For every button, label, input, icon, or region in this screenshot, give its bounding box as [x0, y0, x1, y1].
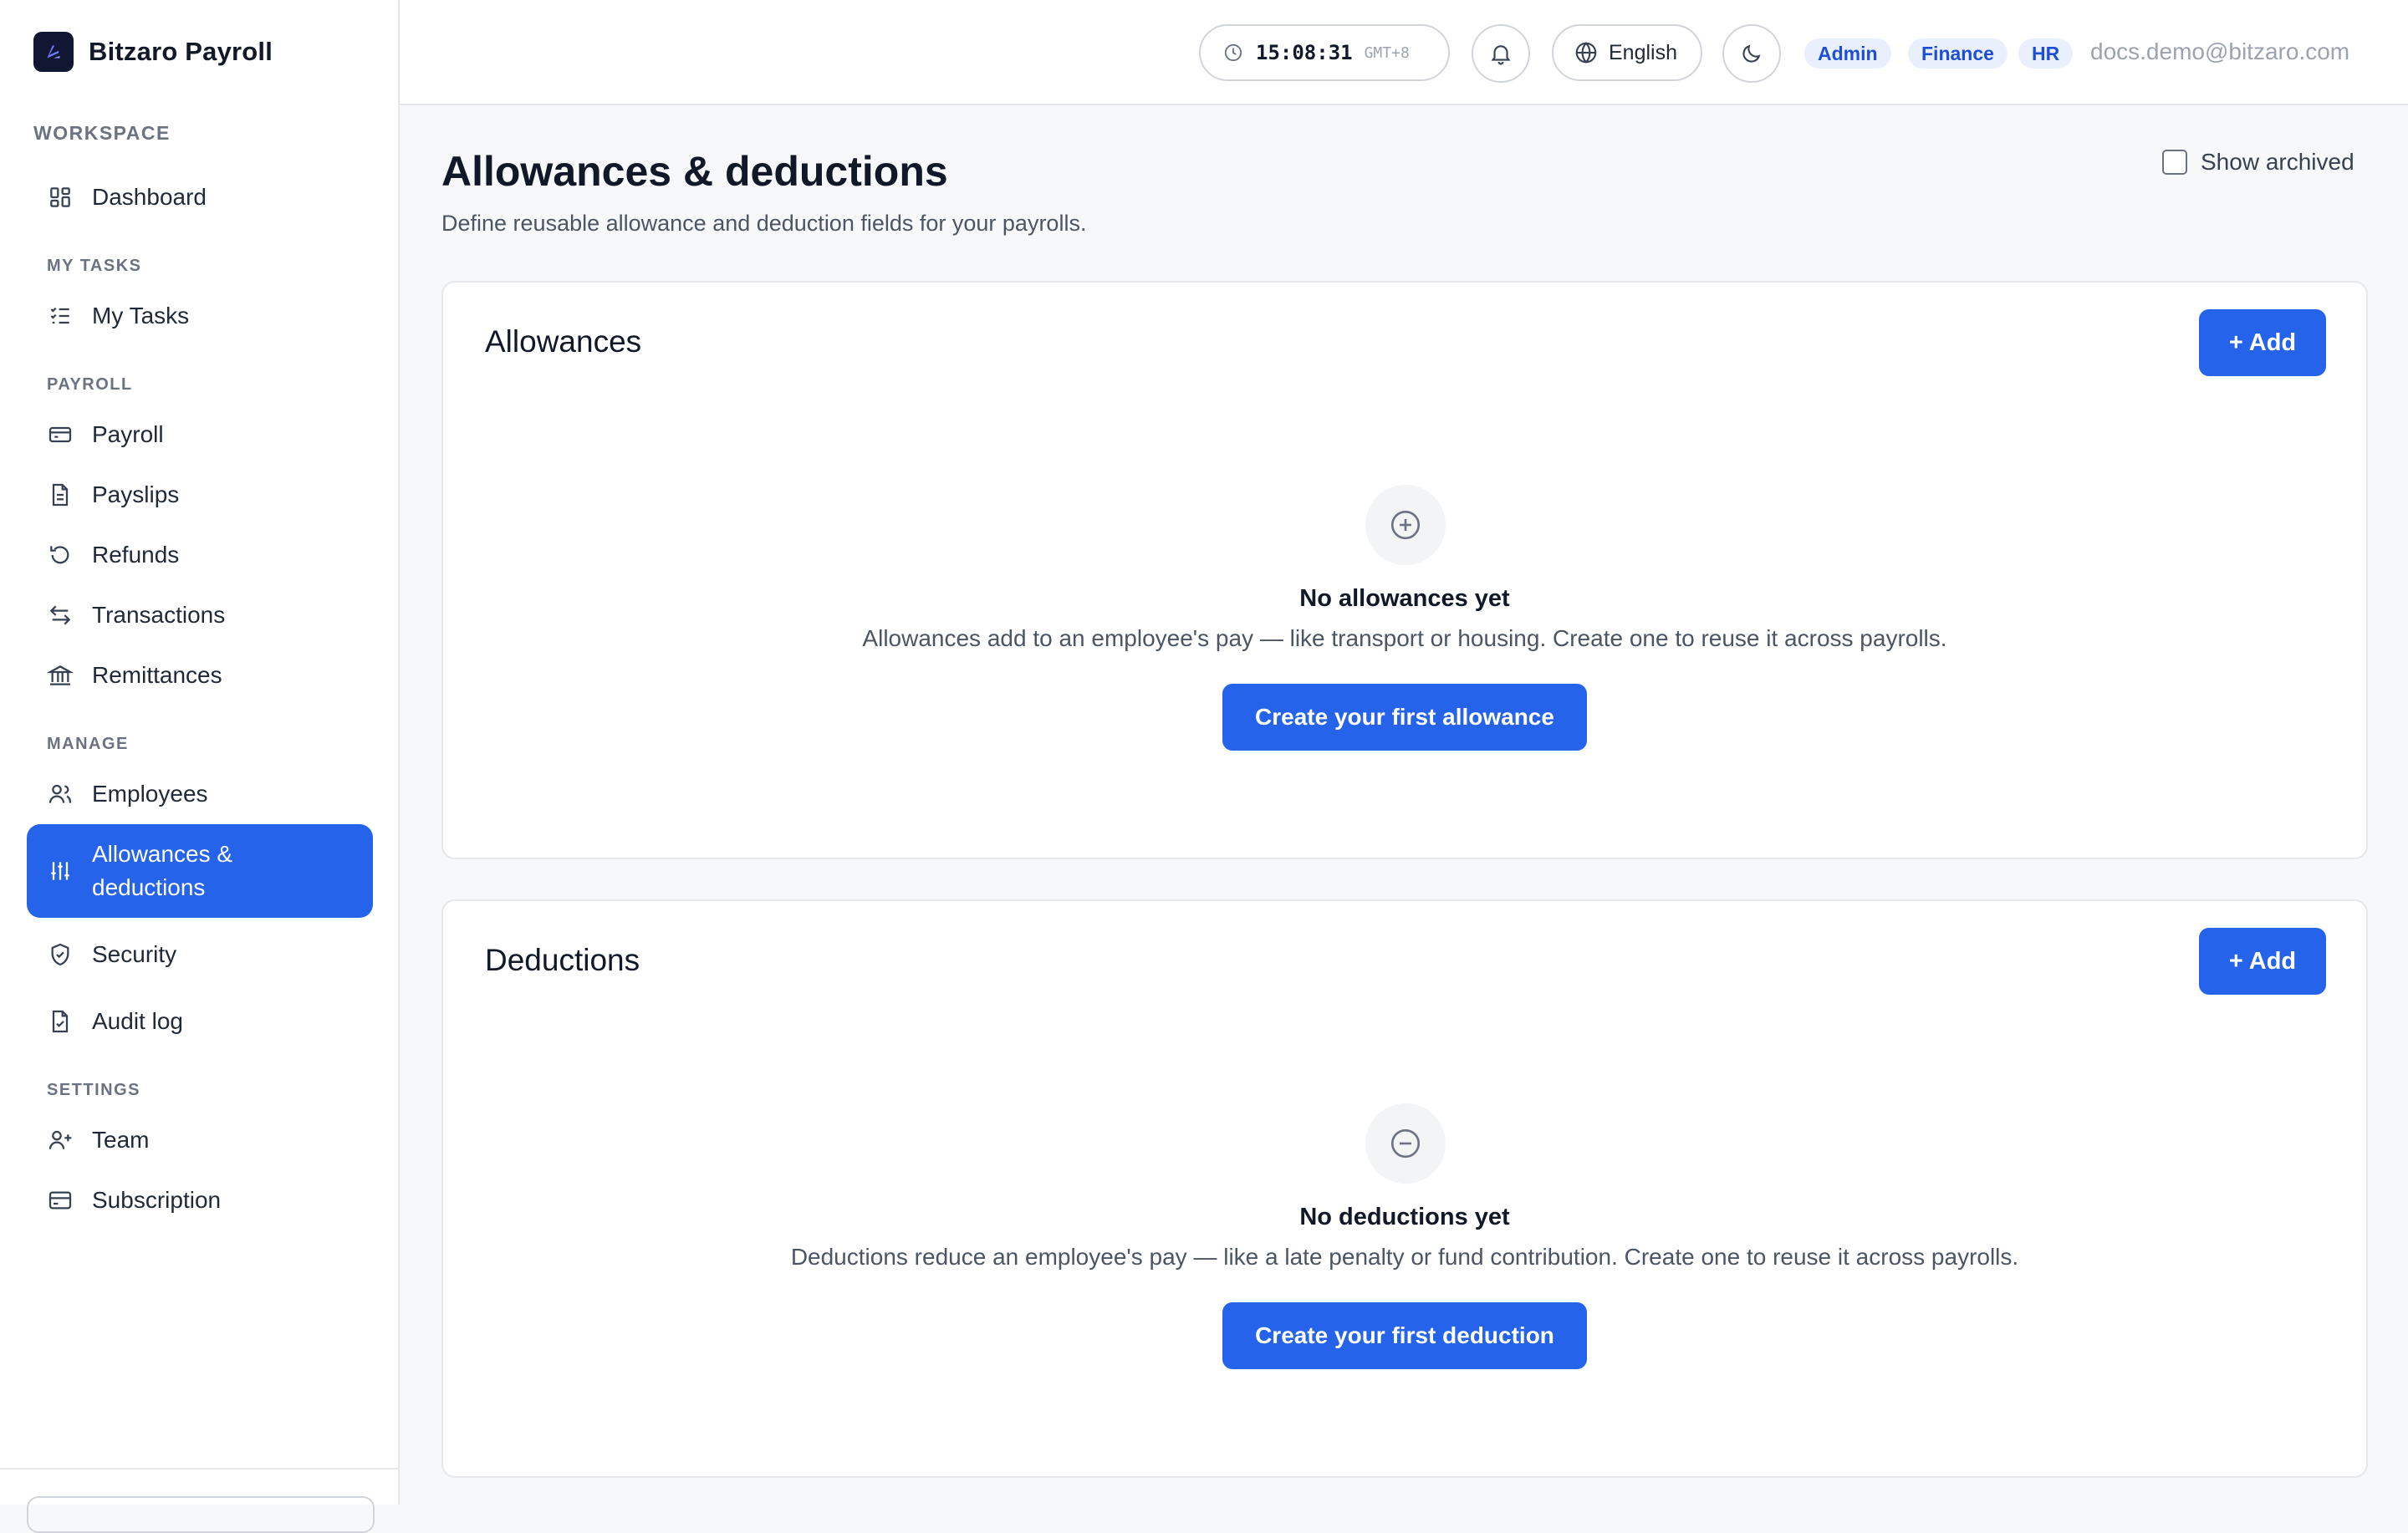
show-archived-toggle[interactable]: Show archived — [2162, 149, 2354, 176]
app-name: Bitzaro Payroll — [89, 37, 273, 66]
sidebar-item-label: Refunds — [92, 542, 180, 568]
sidebar-item-label: Remittances — [92, 662, 222, 688]
sidebar-footer — [0, 1468, 400, 1533]
minus-circle-icon — [1365, 1103, 1446, 1184]
sidebar-item-label: Security — [92, 941, 177, 967]
page-subtitle: Define reusable allowance and deduction … — [441, 211, 1087, 236]
allowances-empty-description: Allowances add to an employee's pay — li… — [862, 625, 1947, 651]
user-email: docs.demo@bitzaro.com — [2090, 38, 2350, 64]
topbar: 15:08:31 GMT+8 English Admin Finance HR … — [400, 0, 2408, 105]
sidebar-item-label: Payslips — [92, 481, 180, 507]
show-archived-checkbox[interactable] — [2162, 150, 2187, 175]
user-plus-icon — [47, 1127, 74, 1154]
create-first-deduction-button[interactable]: Create your first deduction — [1222, 1302, 1587, 1369]
document-icon — [47, 481, 74, 508]
logo-icon — [33, 32, 74, 72]
sidebar-item-subscription[interactable]: Subscription — [27, 1170, 373, 1230]
page-title: Allowances & deductions — [441, 148, 948, 195]
clock-timezone: GMT+8 — [1364, 43, 1410, 62]
clock: 15:08:31 GMT+8 — [1199, 24, 1450, 81]
sidebar-item-label: Audit log — [92, 1008, 183, 1034]
arrows-swap-icon — [47, 602, 74, 629]
deductions-empty-title: No deductions yet — [1299, 1204, 1510, 1230]
role-badge-admin: Admin — [1804, 38, 1891, 69]
show-archived-label: Show archived — [2201, 149, 2354, 175]
brand[interactable]: Bitzaro Payroll — [33, 32, 273, 72]
language-select[interactable]: English — [1552, 24, 1702, 81]
clock-icon — [1222, 42, 1244, 64]
sidebar-item-team[interactable]: Team — [27, 1110, 373, 1170]
sidebar-item-transactions[interactable]: Transactions — [27, 585, 373, 645]
sidebar-item-payroll[interactable]: Payroll — [27, 405, 373, 465]
checklist-icon — [47, 303, 74, 329]
sidebar-item-label: Employees — [92, 781, 208, 807]
user-menu-button[interactable] — [27, 1496, 375, 1533]
deductions-card: Deductions + Add No deductions yet Deduc… — [441, 899, 2368, 1478]
create-first-allowance-button[interactable]: Create your first allowance — [1222, 684, 1587, 751]
sliders-icon — [47, 858, 74, 884]
sidebar-item-dashboard[interactable]: Dashboard — [27, 167, 373, 227]
allowances-card-title: Allowances — [485, 324, 642, 359]
language-label: English — [1609, 40, 1677, 64]
allowances-empty-title: No allowances yet — [1299, 585, 1510, 612]
moon-icon — [1739, 41, 1764, 66]
sidebar-item-label: Allowances & deductions — [92, 841, 233, 900]
role-badge-finance: Finance — [1908, 38, 2008, 69]
section-title-my-tasks: MY TASKS — [47, 257, 142, 275]
section-title-manage: MANAGE — [47, 735, 129, 753]
role-badge-hr: HR — [2018, 38, 2074, 69]
add-allowance-button[interactable]: + Add — [2199, 309, 2326, 376]
sidebar-item-label: Payroll — [92, 421, 164, 447]
bank-icon — [47, 662, 74, 689]
credit-card-icon — [47, 1187, 74, 1214]
sidebar-item-employees[interactable]: Employees — [27, 764, 373, 824]
users-icon — [47, 781, 74, 807]
sidebar-item-audit-log[interactable]: Audit log — [27, 991, 373, 1052]
bell-icon — [1488, 41, 1513, 66]
wallet-icon — [47, 421, 74, 448]
deductions-card-title: Deductions — [485, 943, 640, 977]
sidebar-item-label: Team — [92, 1127, 150, 1153]
sidebar-item-payslips[interactable]: Payslips — [27, 465, 373, 525]
globe-icon — [1574, 40, 1599, 65]
plus-circle-icon — [1365, 485, 1446, 565]
sidebar-item-my-tasks[interactable]: My Tasks — [27, 286, 373, 346]
sidebar: Bitzaro Payroll WORKSPACE Dashboard MY T… — [0, 0, 400, 1533]
sidebar-item-label: My Tasks — [92, 303, 190, 328]
sidebar-item-refunds[interactable]: Refunds — [27, 525, 373, 585]
section-title-payroll: PAYROLL — [47, 375, 133, 394]
grid-icon — [47, 184, 74, 211]
sidebar-item-allowances-deductions[interactable]: Allowances & deductions — [27, 824, 373, 918]
sidebar-item-label: Transactions — [92, 602, 226, 628]
sidebar-item-label: Subscription — [92, 1187, 222, 1213]
sidebar-item-remittances[interactable]: Remittances — [27, 645, 373, 705]
add-deduction-button[interactable]: + Add — [2199, 928, 2326, 995]
file-check-icon — [47, 1008, 74, 1035]
theme-toggle-button[interactable] — [1722, 24, 1781, 83]
refresh-icon — [47, 542, 74, 568]
sidebar-item-security[interactable]: Security — [27, 924, 373, 985]
clock-time: 15:08:31 — [1256, 41, 1353, 64]
allowances-card: Allowances + Add No allowances yet Allow… — [441, 281, 2368, 859]
section-title-workspace: WORKSPACE — [33, 122, 171, 144]
section-title-settings: SETTINGS — [47, 1081, 141, 1099]
notifications-button[interactable] — [1472, 24, 1530, 83]
deductions-empty-description: Deductions reduce an employee's pay — li… — [790, 1244, 2019, 1270]
shield-icon — [47, 941, 74, 968]
sidebar-item-label: Dashboard — [92, 184, 207, 210]
